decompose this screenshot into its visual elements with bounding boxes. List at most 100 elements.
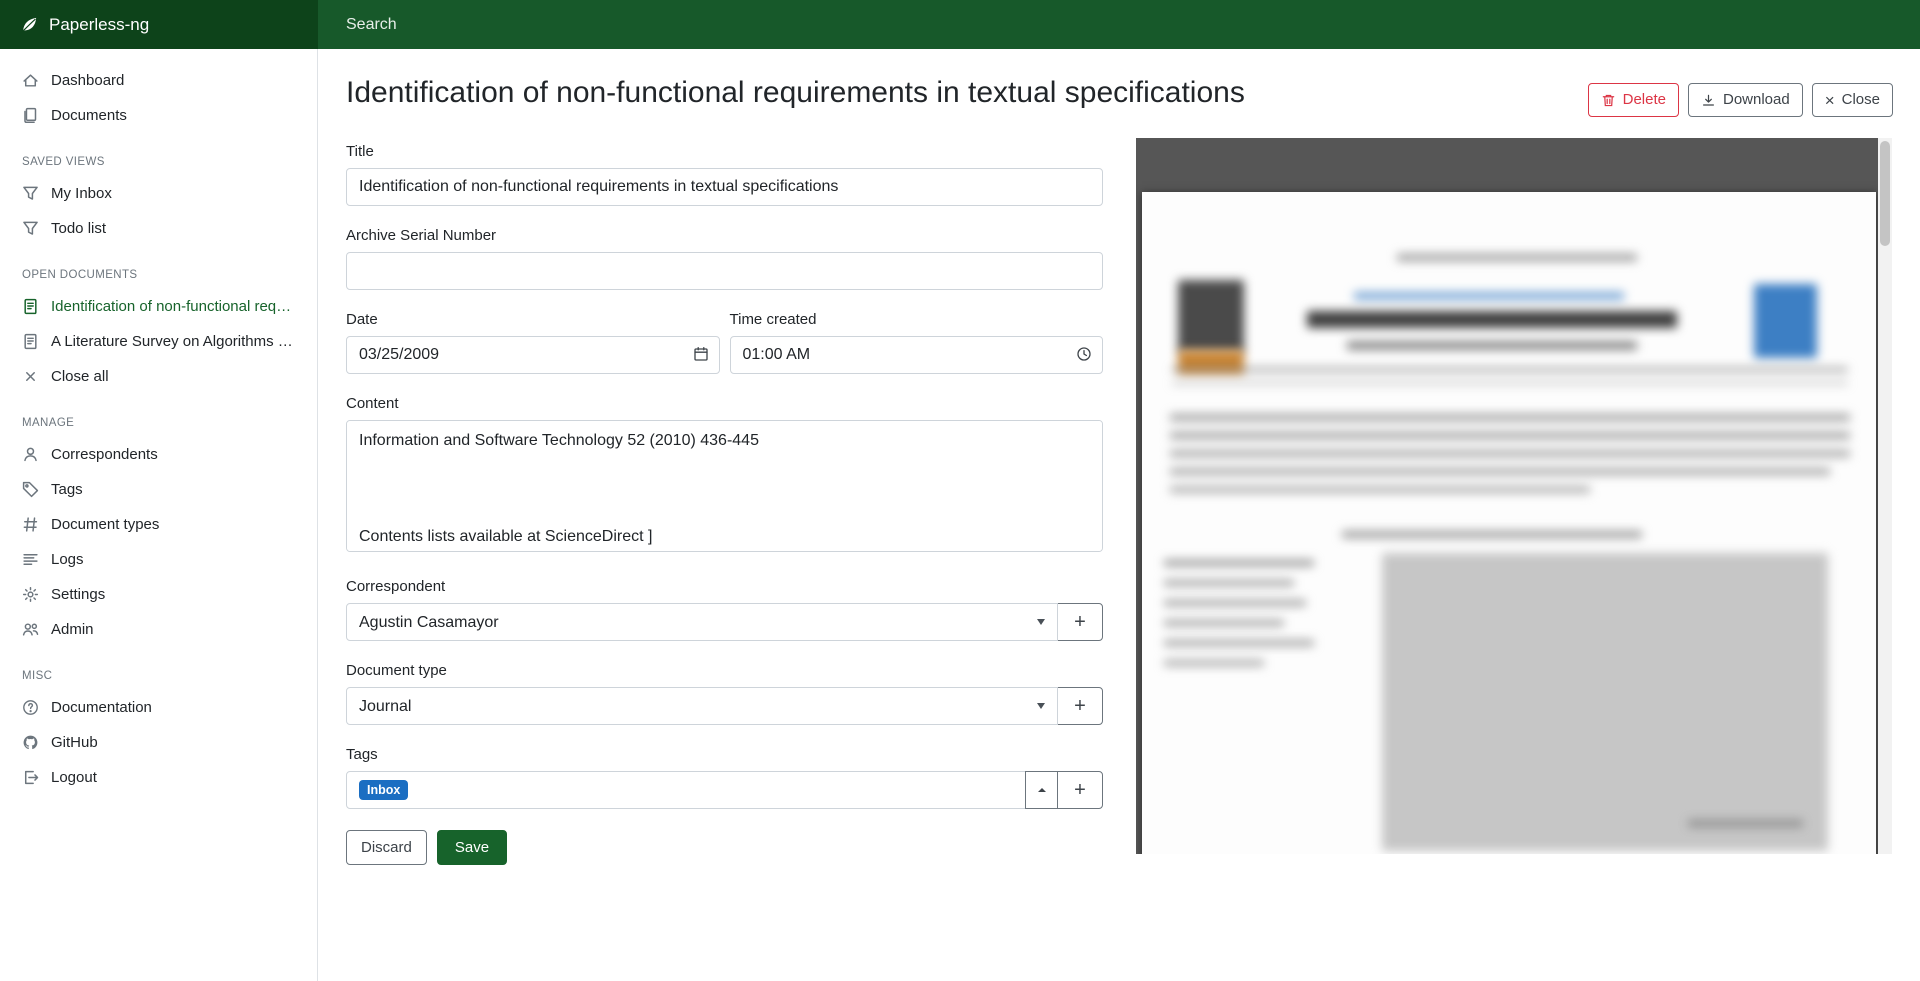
person-icon [22, 446, 39, 463]
close-button[interactable]: × Close [1812, 83, 1893, 117]
sidebar-open-document-1[interactable]: Identification of non-functional require… [0, 289, 317, 324]
search-input[interactable] [346, 16, 1290, 34]
sidebar-item-close-all[interactable]: Close all [0, 359, 317, 394]
add-correspondent-button[interactable]: + [1057, 603, 1103, 641]
pdf-blur-line [1347, 341, 1637, 350]
sidebar-item-logout[interactable]: Logout [0, 760, 317, 795]
document-actions: Delete Download × Close [1588, 83, 1893, 117]
correspondent-select[interactable]: Agustin Casamayor [346, 603, 1058, 641]
sidebar-item-label: GitHub [51, 734, 98, 751]
leaf-logo-icon [20, 15, 39, 34]
title-input[interactable] [346, 168, 1103, 206]
sidebar-item-settings[interactable]: Settings [0, 577, 317, 612]
hash-icon [22, 516, 39, 533]
search-bar [318, 0, 1920, 49]
sidebar-item-label: Document types [51, 516, 159, 533]
pdf-page [1142, 192, 1876, 854]
sidebar-item-label: Close all [51, 368, 109, 385]
time-field-group: Time created [730, 311, 1104, 374]
title-field-group: Title [346, 143, 1103, 206]
pdf-blur-line [1170, 486, 1590, 493]
sidebar-item-label: Correspondents [51, 446, 158, 463]
funnel-icon [22, 220, 39, 237]
pdf-blur-line [1164, 620, 1284, 626]
sidebar-item-tags[interactable]: Tags [0, 472, 317, 507]
title-label: Title [346, 143, 1103, 160]
download-icon [1701, 93, 1716, 108]
pdf-blur-line [1688, 820, 1803, 827]
logout-icon [22, 769, 39, 786]
document-type-select[interactable]: Journal [346, 687, 1058, 725]
tag-icon [22, 481, 39, 498]
sidebar-item-todo-list[interactable]: Todo list [0, 211, 317, 246]
sidebar-section-misc: MISC [0, 647, 317, 690]
time-created-label: Time created [730, 311, 1104, 328]
sidebar-item-label: Documents [51, 107, 127, 124]
sidebar-item-correspondents[interactable]: Correspondents [0, 437, 317, 472]
sidebar-item-label: Settings [51, 586, 105, 603]
sidebar-item-logs[interactable]: Logs [0, 542, 317, 577]
tags-label: Tags [346, 746, 1103, 763]
form-actions: Discard Save [346, 830, 1103, 895]
sidebar-section-open-documents: OPEN DOCUMENTS [0, 246, 317, 289]
date-label: Date [346, 311, 720, 328]
pdf-blur-line [1342, 531, 1642, 538]
close-icon: × [1825, 92, 1835, 109]
file-text-icon [22, 298, 39, 315]
correspondent-label: Correspondent [346, 578, 1103, 595]
file-text-icon [22, 333, 39, 350]
download-button-label: Download [1723, 91, 1790, 109]
pdf-blur-line [1170, 432, 1850, 439]
app-title: Paperless-ng [49, 15, 149, 35]
tag-badge-inbox[interactable]: Inbox [359, 780, 408, 801]
pdf-blur-line [1164, 660, 1264, 666]
gear-icon [22, 586, 39, 603]
sidebar-item-dashboard[interactable]: Dashboard [0, 63, 317, 98]
caret-up-icon [1037, 785, 1047, 795]
time-created-input[interactable] [730, 336, 1104, 374]
tags-dropdown-toggle-button[interactable] [1025, 771, 1058, 809]
document-type-field-group: Document type Journal + [346, 662, 1103, 725]
save-button[interactable]: Save [437, 830, 507, 865]
pdf-journal-cover-thumb [1178, 280, 1244, 352]
question-circle-icon [22, 699, 39, 716]
sidebar-item-documentation[interactable]: Documentation [0, 690, 317, 725]
pdf-blur-line [1170, 414, 1850, 421]
date-field-group: Date [346, 311, 720, 374]
delete-button[interactable]: Delete [1588, 83, 1679, 117]
sidebar-item-document-types[interactable]: Document types [0, 507, 317, 542]
house-icon [22, 72, 39, 89]
pdf-blur-line [1354, 292, 1624, 300]
files-icon [22, 107, 39, 124]
delete-button-label: Delete [1623, 91, 1666, 109]
pdf-blur-title-line [1307, 311, 1677, 328]
sidebar-item-label: Logout [51, 769, 97, 786]
preview-scrollbar[interactable] [1878, 138, 1892, 854]
pdf-blur-line [1164, 600, 1306, 606]
sidebar-item-github[interactable]: GitHub [0, 725, 317, 760]
add-document-type-button[interactable]: + [1057, 687, 1103, 725]
list-icon [22, 551, 39, 568]
download-button[interactable]: Download [1688, 83, 1803, 117]
document-edit-form: Title Archive Serial Number Date Time cr… [346, 143, 1103, 895]
sidebar-open-document-2[interactable]: A Literature Survey on Algorithms for Mu… [0, 324, 317, 359]
tags-input[interactable]: Inbox [346, 771, 1026, 809]
trash-icon [1601, 93, 1616, 108]
close-icon [22, 368, 39, 385]
date-input[interactable] [346, 336, 720, 374]
preview-scrollbar-thumb[interactable] [1880, 141, 1890, 246]
sidebar-section-manage: MANAGE [0, 394, 317, 437]
add-tag-button[interactable]: + [1057, 771, 1103, 809]
sidebar-item-label: Identification of non-functional require… [51, 298, 295, 315]
pdf-preview-pane[interactable] [1136, 138, 1892, 854]
pdf-publisher-logo [1754, 284, 1817, 358]
app-brand[interactable]: Paperless-ng [0, 0, 318, 49]
sidebar-item-documents[interactable]: Documents [0, 98, 317, 133]
sidebar-item-admin[interactable]: Admin [0, 612, 317, 647]
sidebar-item-my-inbox[interactable]: My Inbox [0, 176, 317, 211]
content-textarea[interactable]: Information and Software Technology 52 (… [346, 420, 1103, 552]
document-type-label: Document type [346, 662, 1103, 679]
pdf-blur-line [1164, 560, 1314, 566]
discard-button[interactable]: Discard [346, 830, 427, 865]
asn-input[interactable] [346, 252, 1103, 290]
